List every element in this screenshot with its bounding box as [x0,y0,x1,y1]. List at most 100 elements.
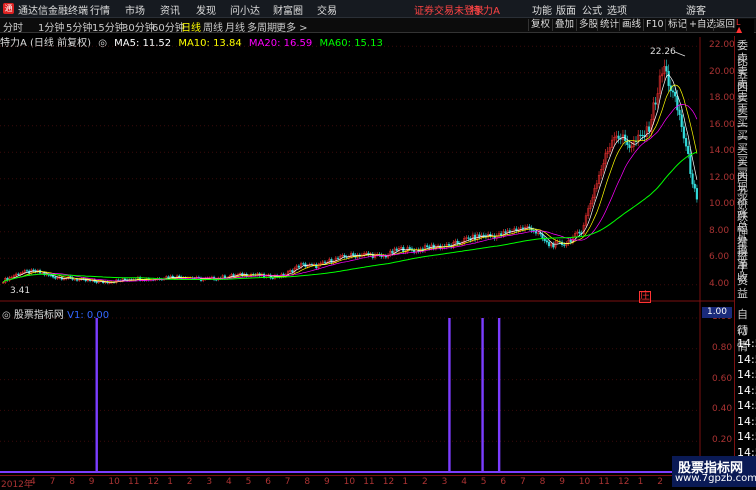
subpanel-value: V1: 0.00 [67,310,110,321]
date-axis-tick: 12 [618,477,630,487]
candle-body [654,102,657,105]
candle-body [232,274,235,277]
indicator-axis-tick: 0.80 [712,342,733,353]
corner-badge: L ▲ [736,19,754,34]
date-axis-tick: 11 [598,477,610,487]
candle-body [25,270,29,272]
candle-body [323,261,327,263]
date-axis-tick: 10 [108,477,120,487]
candle-body [682,126,685,139]
price-axis-tick: 14.00 [709,146,735,157]
candle-body [547,241,551,247]
signal-bar [481,318,484,472]
candle-body [413,250,416,253]
signal-bar [448,318,451,472]
candle-body [691,173,694,185]
date-axis-tick: 2 [422,477,428,487]
candle-body [684,138,688,147]
candle-body [54,276,57,279]
watermark: 股票指标网 www.7gpzb.com [672,456,756,487]
tick-time-item: 14:5 [737,352,756,366]
kline-chart[interactable] [0,0,756,487]
candle-body [569,240,572,243]
date-axis-tick: 11 [128,477,140,487]
candle-body [680,114,683,127]
candle-body [95,281,98,283]
tick-time-item: 14:5 [737,368,756,381]
date-axis-tick: 4 [461,477,467,487]
date-axis-tick: 1 [167,477,173,487]
date-axis-tick: 8 [69,477,75,487]
date-axis-tick: 12 [147,477,160,487]
price-axis-tick: 8.00 [709,225,730,236]
date-axis-tick: 8 [304,477,311,487]
date-axis-tick: 1 [637,477,644,487]
date-axis: 2012年 4 7 8 9 10 11 12 1 2 3 4 5 6 7 8 9 10 11 12 1 2 3 4 5 6 7 8 9 1… [0,475,700,490]
candle-body [647,126,651,132]
candle-body [532,230,535,232]
candle-body [352,253,355,256]
candle-body [426,245,429,248]
candle-body [456,240,459,244]
candle-body [17,273,20,275]
tick-time-item: 14:5 [737,399,756,412]
watermark-url: www.7gpzb.com [675,473,756,484]
quote-panel: 委比 卖五 卖四 卖三 卖二 卖一 买一 买二 买三 买四 买五 现价 涨跌 涨幅 总量 外盘 换手 净资 收益 自… [734,36,756,487]
date-axis-tick: 2 [186,477,193,487]
price-axis-tick: 6.00 [709,252,730,263]
low-price-label: 3.41 [10,286,31,296]
date-axis-tick: 4 [226,477,232,487]
candle-body [687,145,690,154]
date-axis-tick: 5 [480,477,487,487]
candle-body [674,91,677,97]
date-axis-tick: 2 [657,477,663,487]
date-axis-tick: 6 [500,477,507,487]
candle-body [408,247,411,249]
candle-body [500,233,503,236]
candle-body [508,230,511,233]
candle-body [271,277,274,279]
indicator-axis-tick: 0.20 [712,435,733,446]
candle-body [695,188,699,200]
price-axis-tick: 16.00 [709,119,735,130]
candle-body [447,244,451,246]
date-axis-tick: 12 [382,477,395,487]
candle-body [504,231,507,233]
date-axis-tick: 7 [284,477,291,487]
price-axis-tick: 18.00 [709,93,735,104]
candle-body [678,109,681,115]
date-axis-tick: 2012年 [1,480,33,490]
candle-body [117,279,120,281]
candle-body [578,231,581,234]
indicator-axis-tick: 0.60 [712,373,733,384]
candle-body [49,275,53,277]
candle-body [543,238,546,241]
candle-body [336,257,340,259]
candle-body [32,269,35,271]
date-axis-tick: 9 [88,477,95,487]
date-axis-tick: 9 [559,477,565,487]
candle-body [75,279,79,281]
date-axis-tick: 1 [402,477,409,487]
tick-time-item: 14:5 [737,430,756,443]
gear-icon[interactable]: ◎ [2,310,11,321]
signal-bar [95,318,98,472]
price-axis-tick: 10.00 [709,199,735,210]
candle-body [689,153,692,174]
candle-body [617,135,620,139]
subpanel-header: ◎ 股票指标网 V1: 0.00 [2,306,109,321]
date-axis-tick: 10 [578,477,591,487]
zhuang-marker[interactable]: 庄 [639,291,651,303]
subpanel-value-box: 1.00 [702,307,732,318]
candle-body [302,263,305,265]
quote-field-label: 收益 [737,271,748,301]
candle-body [545,240,548,243]
date-axis-tick: 10 [343,477,356,487]
signal-bar [497,318,501,472]
date-axis-tick: 6 [265,477,271,487]
date-axis-tick: 3 [441,477,448,487]
indicator-axis-tick: 0.40 [712,404,733,415]
ma60-line [2,151,698,283]
candle-body [467,237,470,239]
price-axis-tick: 4.00 [709,278,730,289]
